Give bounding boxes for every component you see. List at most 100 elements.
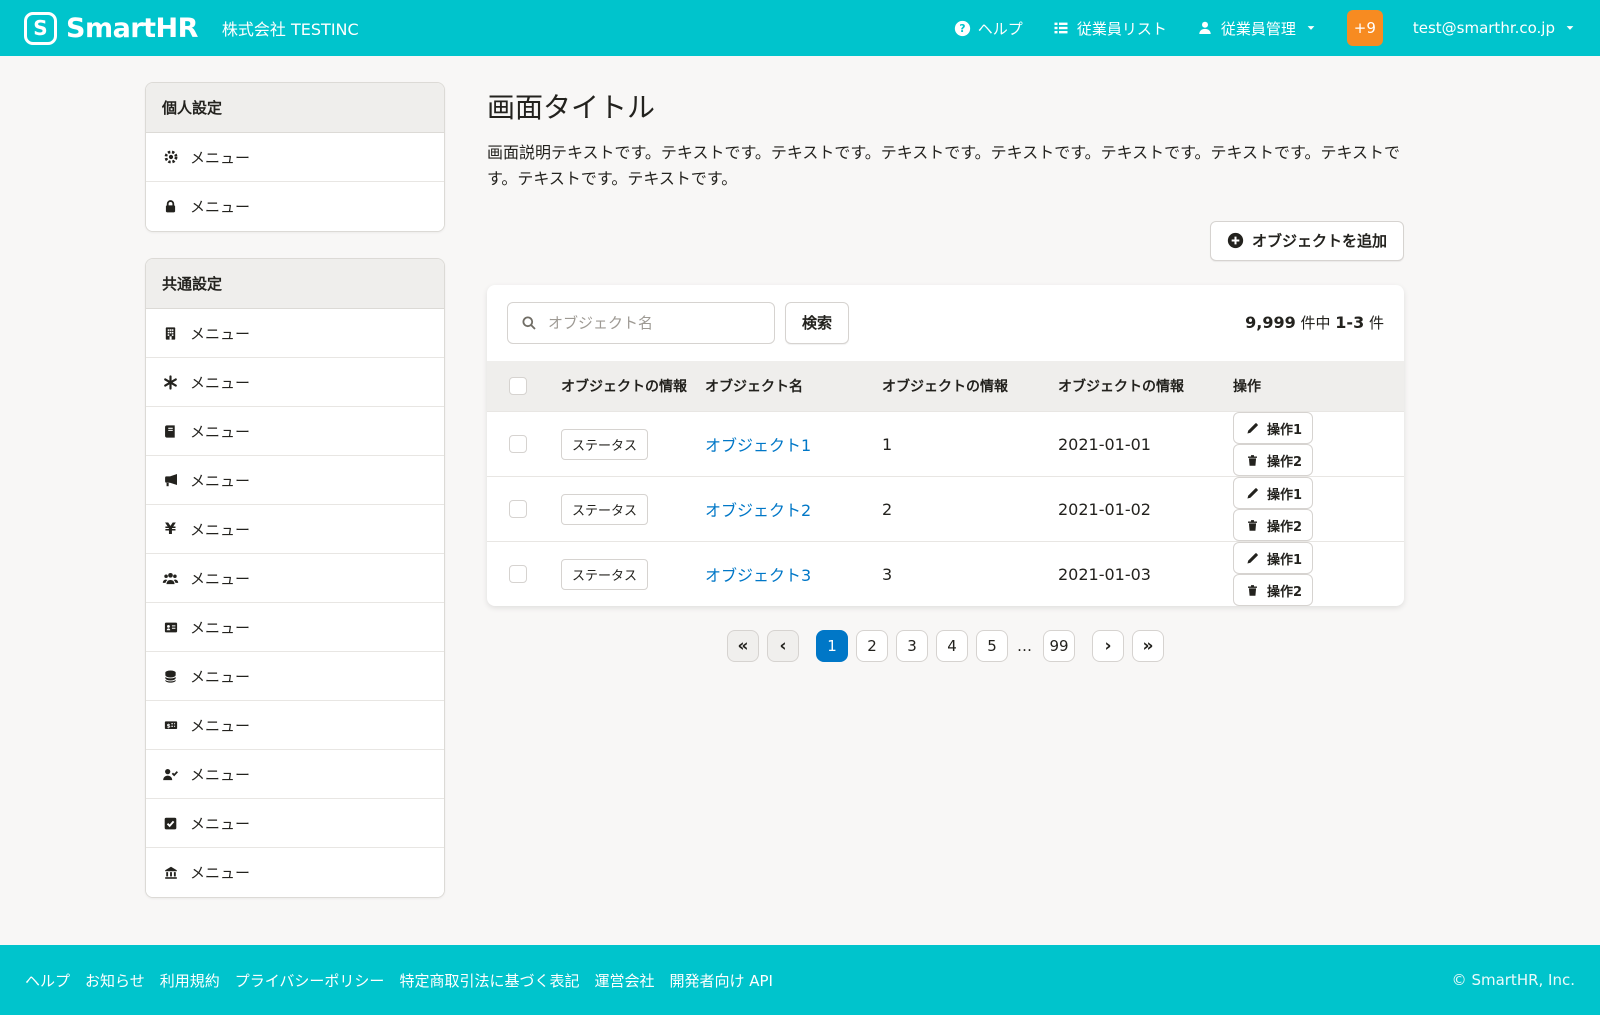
row-action1-button[interactable]: 操作1 <box>1233 477 1313 509</box>
pagination-next-button[interactable]: › <box>1092 630 1124 662</box>
nav-employee-list[interactable]: 従業員リスト <box>1053 18 1167 39</box>
row-action1-button[interactable]: 操作1 <box>1233 412 1313 444</box>
sidebar: 個人設定 メニュー メニュー 共通設定 メニュー <box>145 56 445 945</box>
add-object-button[interactable]: オブジェクトを追加 <box>1210 221 1404 261</box>
row-action2-label: 操作2 <box>1267 516 1302 535</box>
row-action2-button[interactable]: 操作2 <box>1233 574 1313 606</box>
money-check-icon: $ <box>162 718 179 732</box>
nav-help-label: ヘルプ <box>978 18 1023 39</box>
select-all-checkbox[interactable] <box>509 377 527 395</box>
object-info-cell: 3 <box>882 542 1058 607</box>
status-badge: ステータス <box>561 429 648 460</box>
footer-link-privacy[interactable]: プライバシーポリシー <box>235 970 385 991</box>
sidebar-item-menu[interactable]: メニュー <box>146 603 444 652</box>
pagination-page-2[interactable]: 2 <box>856 630 888 662</box>
object-link[interactable]: オブジェクト3 <box>705 566 811 585</box>
sidebar-item-menu[interactable]: メニュー <box>146 456 444 505</box>
sidebar-item-menu[interactable]: メニュー <box>146 182 444 231</box>
sidebar-item-label: メニュー <box>190 764 250 785</box>
page-description: 画面説明テキストです。テキストです。テキストです。テキストです。テキストです。テ… <box>487 140 1404 193</box>
add-object-button-label: オブジェクトを追加 <box>1252 230 1387 251</box>
sidebar-section-title: 個人設定 <box>146 83 444 133</box>
result-count-of-label: 件中 <box>1301 314 1331 332</box>
sidebar-item-menu[interactable]: メニュー <box>146 652 444 701</box>
footer-link-terms[interactable]: 利用規約 <box>160 970 220 991</box>
result-count: 9,999 件中 1-3 件 <box>1245 312 1384 333</box>
object-link[interactable]: オブジェクト2 <box>705 501 811 520</box>
object-date-cell: 2021-01-02 <box>1058 477 1233 542</box>
status-badge: ステータス <box>561 494 648 525</box>
footer-link-commerce-law[interactable]: 特定商取引法に基づく表記 <box>399 970 579 991</box>
result-count-range: 1-3 <box>1335 313 1364 332</box>
sidebar-item-label: メニュー <box>190 147 250 168</box>
pagination-page-5[interactable]: 5 <box>976 630 1008 662</box>
row-checkbox[interactable] <box>509 500 527 518</box>
row-action1-label: 操作1 <box>1267 419 1302 438</box>
footer-link-news[interactable]: お知らせ <box>85 970 145 991</box>
row-action1-label: 操作1 <box>1267 549 1302 568</box>
row-action2-button[interactable]: 操作2 <box>1233 444 1313 476</box>
pagination-page-4[interactable]: 4 <box>936 630 968 662</box>
table-row: ステータス オブジェクト3 3 2021-01-03 操作1 操作2 <box>487 542 1404 607</box>
check-square-icon <box>162 816 179 831</box>
pencil-icon <box>1244 487 1261 500</box>
row-checkbox[interactable] <box>509 565 527 583</box>
status-badge: ステータス <box>561 559 648 590</box>
notification-badge[interactable]: +9 <box>1347 10 1383 46</box>
table-row: ステータス オブジェクト2 2 2021-01-02 操作1 操作2 <box>487 477 1404 542</box>
footer-link-help[interactable]: ヘルプ <box>25 970 70 991</box>
table-header-row: オブジェクトの情報 オブジェクト名 オブジェクトの情報 オブジェクトの情報 操作 <box>487 361 1404 412</box>
sidebar-item-menu[interactable]: メニュー <box>146 309 444 358</box>
nav-employee-list-label: 従業員リスト <box>1077 18 1167 39</box>
pagination-page-1[interactable]: 1 <box>816 630 848 662</box>
pagination-page-3[interactable]: 3 <box>896 630 928 662</box>
account-menu[interactable]: test@smarthr.co.jp <box>1413 19 1576 37</box>
sidebar-item-menu[interactable]: メニュー <box>146 133 444 182</box>
sidebar-item-label: メニュー <box>190 715 250 736</box>
footer-copyright: © SmartHR, Inc. <box>1452 971 1575 989</box>
row-action2-button[interactable]: 操作2 <box>1233 509 1313 541</box>
sidebar-item-menu[interactable]: メニュー <box>146 750 444 799</box>
sidebar-item-menu[interactable]: メニュー <box>146 554 444 603</box>
account-email: test@smarthr.co.jp <box>1413 19 1555 37</box>
row-checkbox[interactable] <box>509 435 527 453</box>
footer-link-company[interactable]: 運営会社 <box>594 970 654 991</box>
sidebar-item-menu[interactable]: メニュー <box>146 407 444 456</box>
building-icon <box>162 326 179 341</box>
svg-text:?: ? <box>959 22 965 35</box>
company-name: 株式会社 TESTINC <box>222 16 359 40</box>
sidebar-item-menu[interactable]: メニュー <box>146 848 444 897</box>
row-action1-button[interactable]: 操作1 <box>1233 542 1313 574</box>
nav-help[interactable]: ? ヘルプ <box>954 18 1023 39</box>
pagination-last-button[interactable]: » <box>1132 630 1164 662</box>
object-link[interactable]: オブジェクト1 <box>705 436 811 455</box>
sidebar-item-label: メニュー <box>190 470 250 491</box>
row-action2-label: 操作2 <box>1267 451 1302 470</box>
pagination-page-99[interactable]: 99 <box>1043 630 1075 662</box>
main-content: 画面タイトル 画面説明テキストです。テキストです。テキストです。テキストです。テ… <box>487 56 1404 945</box>
object-list-panel: 検索 9,999 件中 1-3 件 オブジェクトの情報 オブジェクト名 オブジェ… <box>487 285 1404 607</box>
pagination-ellipsis: … <box>1017 637 1034 655</box>
sidebar-item-label: メニュー <box>190 372 250 393</box>
row-action2-label: 操作2 <box>1267 581 1302 600</box>
sidebar-item-label: メニュー <box>190 568 250 589</box>
footer-link-developer-api[interactable]: 開発者向け API <box>669 970 773 991</box>
sidebar-item-label: メニュー <box>190 421 250 442</box>
pagination-prev-button[interactable]: ‹ <box>767 630 799 662</box>
sidebar-item-menu[interactable]: ¥ メニュー <box>146 505 444 554</box>
search-icon <box>520 315 537 331</box>
search-input[interactable] <box>546 313 762 333</box>
sidebar-item-menu[interactable]: メニュー <box>146 358 444 407</box>
sidebar-item-label: メニュー <box>190 666 250 687</box>
app-footer: ヘルプ お知らせ 利用規約 プライバシーポリシー 特定商取引法に基づく表記 運営… <box>0 945 1600 1015</box>
sidebar-item-label: メニュー <box>190 617 250 638</box>
sidebar-item-menu[interactable]: メニュー <box>146 799 444 848</box>
nav-employee-admin[interactable]: 従業員管理 <box>1197 18 1317 39</box>
search-button[interactable]: 検索 <box>785 302 849 344</box>
pagination-first-button[interactable]: « <box>727 630 759 662</box>
landmark-icon <box>162 865 179 880</box>
user-icon <box>1197 20 1214 36</box>
smarthr-logo[interactable]: S SmartHR <box>24 12 198 45</box>
sidebar-item-menu[interactable]: $ メニュー <box>146 701 444 750</box>
help-circle-icon: ? <box>954 20 971 37</box>
